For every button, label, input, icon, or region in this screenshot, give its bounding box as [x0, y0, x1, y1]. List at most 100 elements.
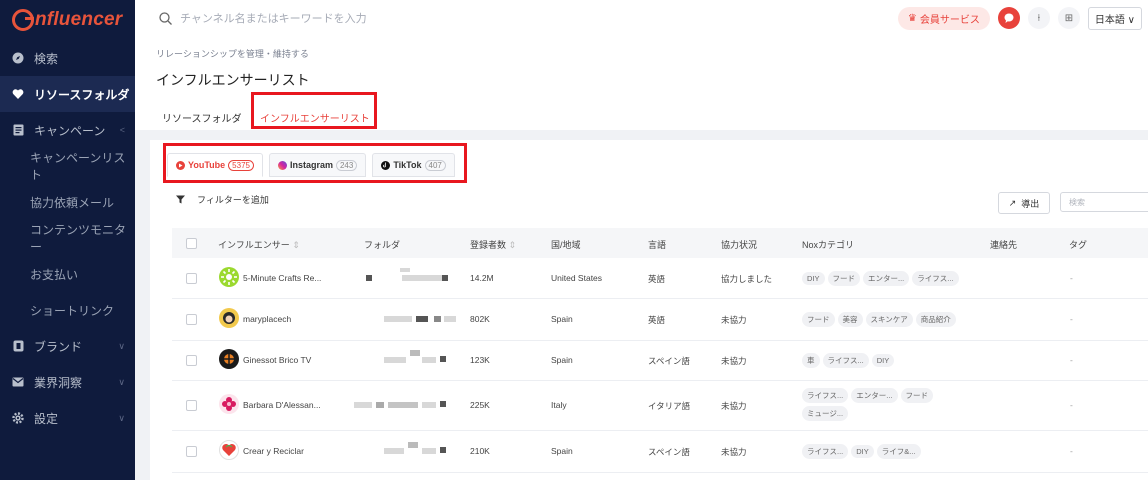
- influencer-name[interactable]: Crear y Reciclar: [243, 446, 304, 456]
- sidebar-item-short-link[interactable]: ショートリンク: [0, 292, 135, 328]
- category-tag: フード: [827, 271, 861, 286]
- category-tag: ライフ&...: [876, 444, 921, 459]
- row-checkbox[interactable]: [186, 446, 197, 457]
- folder-redacted: [442, 275, 448, 281]
- sidebar-item-resource-folder[interactable]: リソースフォルダ: [0, 76, 135, 112]
- category-tag: フード: [802, 312, 835, 327]
- language-select[interactable]: 日本語 ∨: [1087, 6, 1142, 30]
- chat-icon: [1004, 13, 1014, 23]
- influencer-name[interactable]: Barbara D'Alessan...: [243, 400, 321, 410]
- folder-redacted: [434, 316, 441, 322]
- apps-button[interactable]: ⊞: [1057, 7, 1080, 29]
- table-search-placeholder: 検索: [1069, 197, 1085, 207]
- app-logo[interactable]: nfluencer: [0, 0, 135, 40]
- add-filter-label: フィルターを追加: [197, 195, 269, 205]
- influencer-name[interactable]: 5-Minute Crafts Re...: [243, 273, 321, 283]
- categories: ライフス... エンター... フードミュージ...: [802, 388, 962, 424]
- member-service-button[interactable]: ♛ 会員サービス: [897, 6, 990, 30]
- sidebar-item-label: キャンペーン: [34, 123, 106, 138]
- folder-redacted: [416, 316, 428, 322]
- avatar: [219, 267, 239, 287]
- language: 英語: [648, 315, 666, 325]
- select-all-checkbox[interactable]: [186, 238, 197, 249]
- tags: -: [1070, 273, 1073, 283]
- breadcrumb: リレーションシップを管理・維持する: [156, 49, 309, 59]
- subscribers: 123K: [470, 355, 490, 365]
- table-row[interactable]: maryplacech 802K Spain 英語 未協力 フード 美容 スキンケア…: [172, 298, 1148, 341]
- categories: DIY フード エンター... ライフス...: [802, 271, 982, 289]
- chevron-down-icon: ∨: [118, 412, 125, 423]
- country: United States: [551, 273, 603, 283]
- col-contact: 連絡先: [990, 240, 1018, 250]
- add-filter-button[interactable]: フィルターを追加: [176, 193, 269, 206]
- global-search[interactable]: チャンネル名またはキーワードを入力: [159, 10, 367, 26]
- category-tag: ライフス...: [802, 444, 849, 459]
- influencer-name[interactable]: Ginessot Brico TV: [243, 355, 311, 365]
- sidebar-item-request-mail[interactable]: 協力依頼メール: [0, 184, 135, 220]
- folder-redacted: [388, 402, 418, 408]
- category-tag: DIY: [802, 272, 825, 285]
- chat-button[interactable]: [997, 7, 1020, 29]
- sidebar-item-campaign[interactable]: キャンペーン <: [0, 112, 135, 148]
- sidebar-item-brand[interactable]: ブランド ∨: [0, 328, 135, 364]
- export-button[interactable]: ↗ 導出: [998, 192, 1050, 214]
- row-checkbox[interactable]: [186, 400, 197, 411]
- folder-redacted: [354, 402, 372, 408]
- category-tag: ライフス...: [912, 271, 959, 286]
- country: Spain: [551, 355, 573, 365]
- category-tag: DIY: [851, 445, 874, 458]
- language: スペイン語: [648, 356, 690, 366]
- grid-icon: ⊞: [1064, 12, 1074, 24]
- page-title: インフルエンサーリスト: [156, 72, 310, 88]
- tab-resource-folder[interactable]: リソースフォルダ: [162, 110, 242, 125]
- col-label: インフルエンサー: [218, 240, 290, 250]
- sidebar-item-search[interactable]: 検索: [0, 40, 135, 76]
- status: 未協力: [721, 315, 747, 325]
- row-checkbox[interactable]: [186, 314, 197, 325]
- chevron-down-icon: ∨: [1127, 14, 1135, 26]
- folder-redacted: [440, 356, 446, 362]
- sidebar-item-industry-insight[interactable]: 業界洞察 ∨: [0, 364, 135, 400]
- search-input[interactable]: チャンネル名またはキーワードを入力: [180, 10, 367, 26]
- status: 未協力: [721, 356, 747, 366]
- highlight-box-platform-tabs: [163, 143, 467, 183]
- folder-redacted: [410, 350, 420, 356]
- sidebar-item-label: ショートリンク: [30, 303, 115, 318]
- sidebar-item-label: キャンペーンリスト: [30, 151, 126, 182]
- category-tag: 美容: [837, 312, 863, 327]
- sidebar-item-settings[interactable]: 設定 ∨: [0, 400, 135, 436]
- filter-icon: [176, 195, 185, 204]
- col-influencer[interactable]: インフルエンサー ⇕: [218, 238, 300, 251]
- folder-redacted: [422, 402, 436, 408]
- col-label: 登録者数: [470, 240, 507, 250]
- folder-redacted: [384, 316, 412, 322]
- export-icon: ↗: [1008, 197, 1017, 208]
- sidebar-item-campaign-list[interactable]: キャンペーンリスト: [0, 148, 135, 184]
- sidebar: nfluencer 検索 リソースフォルダ キャンペーン < キャンペーンリスト…: [0, 0, 135, 480]
- table-row[interactable]: Ginessot Brico TV 123K Spain スペイン語 未協力 車…: [172, 340, 1148, 381]
- folder-redacted: [440, 447, 446, 453]
- subscribers: 225K: [470, 400, 490, 410]
- folder-redacted: [366, 275, 372, 281]
- tags: -: [1070, 314, 1073, 324]
- influencer-name[interactable]: maryplacech: [243, 314, 291, 324]
- table-row[interactable]: 5-Minute Crafts Re... 14.2M United State…: [172, 258, 1148, 299]
- folder-redacted: [384, 448, 404, 454]
- tags: -: [1070, 355, 1073, 365]
- category-tag: ライフス...: [802, 388, 849, 403]
- sidebar-item-payment[interactable]: お支払い: [0, 256, 135, 292]
- row-checkbox[interactable]: [186, 273, 197, 284]
- mail-icon: [12, 376, 24, 388]
- sidebar-item-content-monitor[interactable]: コンテンツモニター: [0, 220, 135, 256]
- notification-button[interactable]: ⍿: [1027, 7, 1050, 29]
- status: 未協力: [721, 447, 747, 457]
- highlight-box-influencer-tab: [251, 92, 377, 129]
- table-row[interactable]: Barbara D'Alessan... 225K Italy イタリア語 未協…: [172, 380, 1148, 431]
- language: イタリア語: [648, 401, 691, 411]
- crown-icon: ♛: [907, 12, 917, 24]
- row-checkbox[interactable]: [186, 355, 197, 366]
- table-search-input[interactable]: 検索: [1060, 192, 1148, 212]
- col-subscribers[interactable]: 登録者数 ⇕: [470, 238, 516, 251]
- table-row[interactable]: Crear y Reciclar 210K Spain スペイン語 未協力 ライ…: [172, 430, 1148, 473]
- member-service-label: 会員サービス: [919, 14, 980, 26]
